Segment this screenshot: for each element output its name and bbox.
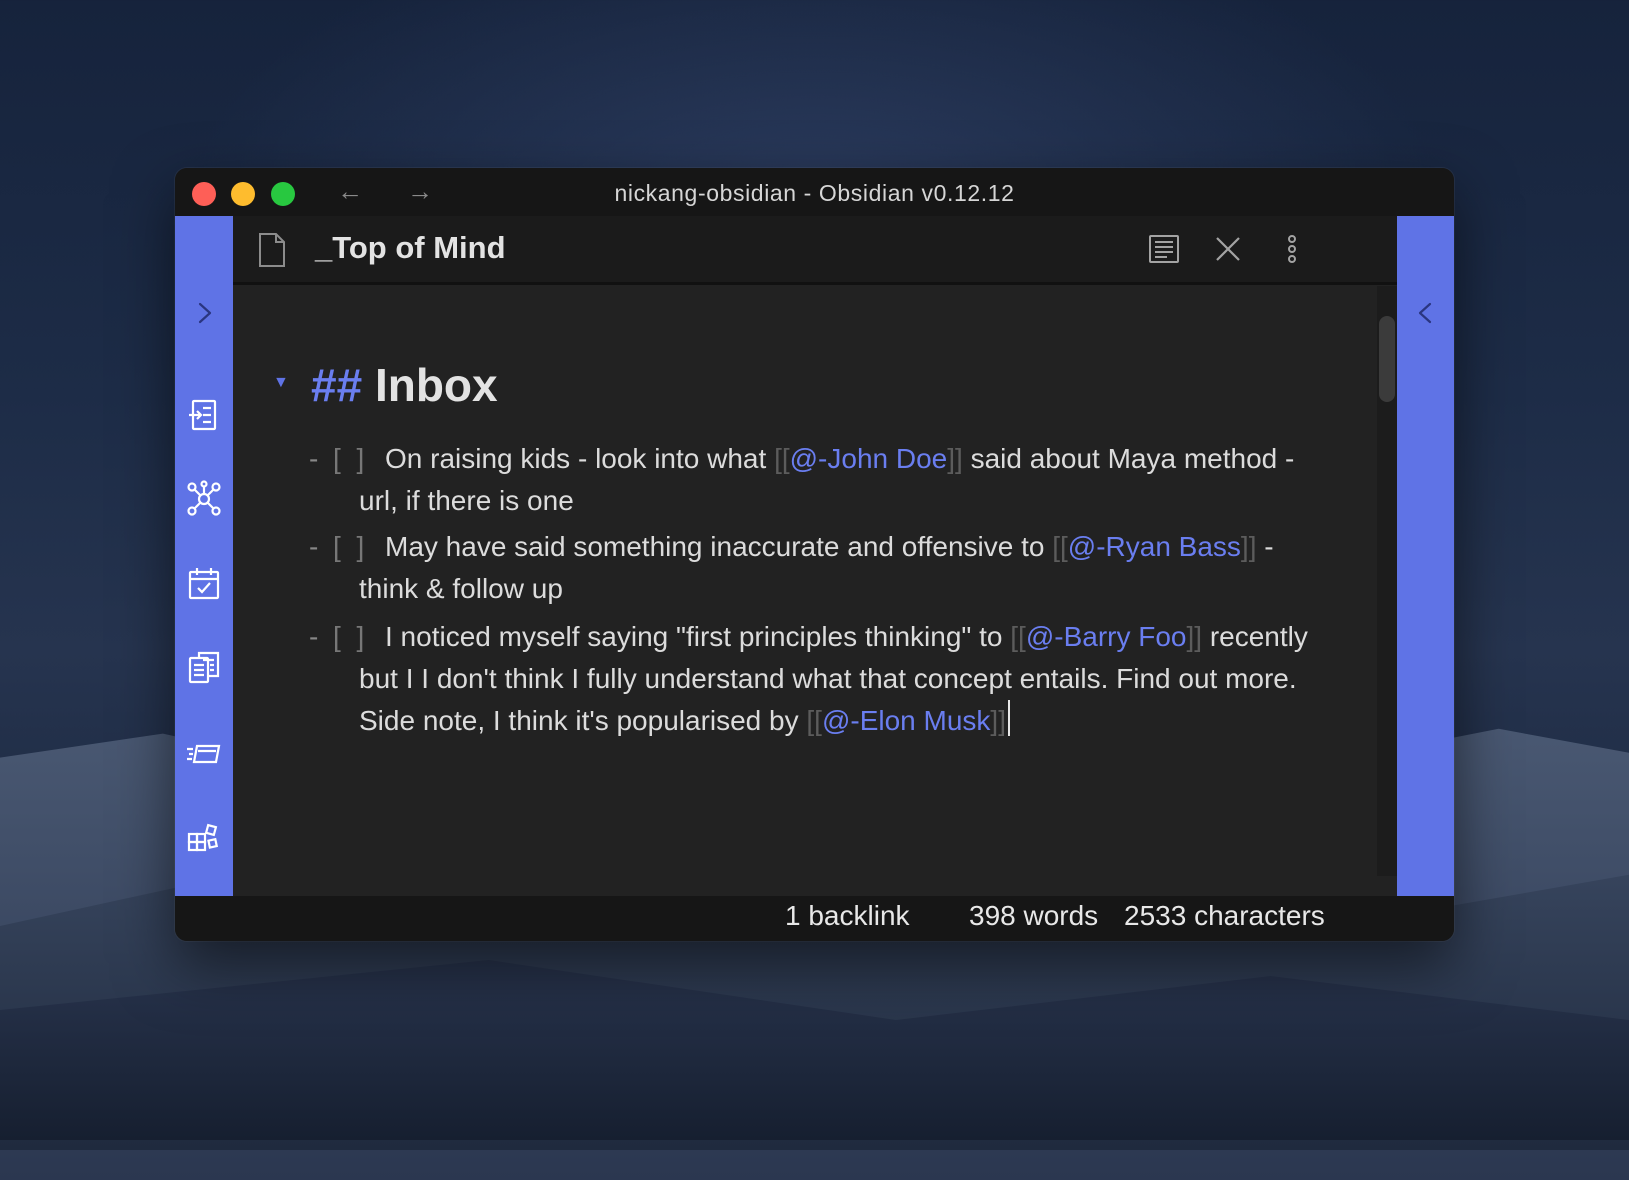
word-count: 398 words: [969, 900, 1099, 931]
backlink-count[interactable]: 1 backlink: [785, 900, 910, 932]
sidebar-expand-icon[interactable]: [185, 294, 223, 332]
task-text: May have said something inaccurate and o…: [385, 531, 1053, 562]
task-item[interactable]: - [ ] I noticed myself saying "first pri…: [309, 616, 1319, 742]
link-bracket: ]]: [1240, 531, 1257, 562]
heading-text: Inbox: [374, 359, 498, 411]
list-bullet: -: [309, 531, 319, 562]
list-bullet: -: [309, 443, 319, 474]
daily-note-calendar-icon[interactable]: [185, 564, 223, 602]
character-count: 2533 characters: [1124, 900, 1325, 931]
sidebar-expand-icon[interactable]: [1407, 294, 1445, 332]
kanban-grid-icon[interactable]: [185, 818, 223, 856]
reading-mode-icon[interactable]: [1147, 232, 1181, 266]
link-bracket: [[: [1052, 531, 1068, 562]
task-checkbox[interactable]: [ ]: [333, 616, 368, 658]
editor-pane: _Top of Mind ▼ ## Inbox - [ ] On raising…: [233, 216, 1397, 896]
task-item[interactable]: - [ ] May have said something inaccurate…: [309, 526, 1319, 610]
internal-link[interactable]: @-Elon Musk: [822, 705, 990, 736]
heading-marker: ##: [311, 359, 363, 411]
task-text: On raising kids - look into what: [385, 443, 775, 474]
link-bracket: [[: [1010, 621, 1026, 652]
import-note-icon[interactable]: [185, 396, 223, 434]
task-item[interactable]: - [ ] On raising kids - look into what […: [309, 438, 1319, 522]
more-options-icon[interactable]: [1275, 232, 1309, 266]
link-bracket: ]]: [1186, 621, 1203, 652]
status-bar: 1 backlink 398 words 2533 characters: [175, 896, 1454, 941]
internal-link[interactable]: @-Ryan Bass: [1068, 531, 1241, 562]
window-title: nickang-obsidian - Obsidian v0.12.12: [614, 180, 1015, 206]
list-bullet: -: [309, 621, 319, 652]
title-bar: ← → nickang-obsidian - Obsidian v0.12.12: [175, 168, 1454, 216]
view-header: _Top of Mind: [233, 216, 1397, 285]
link-bracket: ]]: [947, 443, 963, 474]
view-title[interactable]: _Top of Mind: [315, 230, 506, 266]
link-bracket: [[: [774, 443, 790, 474]
scrollbar-thumb[interactable]: [1379, 316, 1395, 402]
text-cursor: [1007, 700, 1010, 736]
internal-link[interactable]: @-Barry Foo: [1026, 621, 1187, 652]
link-bracket: [[: [806, 705, 822, 736]
heading-inbox: ## Inbox: [311, 358, 498, 412]
internal-link[interactable]: @-John Doe: [790, 443, 948, 474]
templates-icon[interactable]: [185, 648, 223, 686]
task-checkbox[interactable]: [ ]: [333, 526, 368, 568]
task-checkbox[interactable]: [ ]: [333, 438, 368, 480]
left-ribbon: [175, 216, 233, 896]
link-bracket: ]]: [990, 705, 1006, 736]
slides-icon[interactable]: [185, 734, 223, 772]
right-ribbon: [1397, 216, 1454, 896]
graph-view-icon[interactable]: [185, 480, 223, 518]
document-icon: [257, 232, 287, 268]
markdown-editor[interactable]: ▼ ## Inbox - [ ] On raising kids - look …: [233, 286, 1373, 896]
app-window: ← → nickang-obsidian - Obsidian v0.12.12: [175, 168, 1454, 941]
task-text: I noticed myself saying "first principle…: [385, 621, 1011, 652]
close-icon[interactable]: [1211, 232, 1245, 266]
fold-triangle-icon[interactable]: ▼: [273, 374, 289, 392]
